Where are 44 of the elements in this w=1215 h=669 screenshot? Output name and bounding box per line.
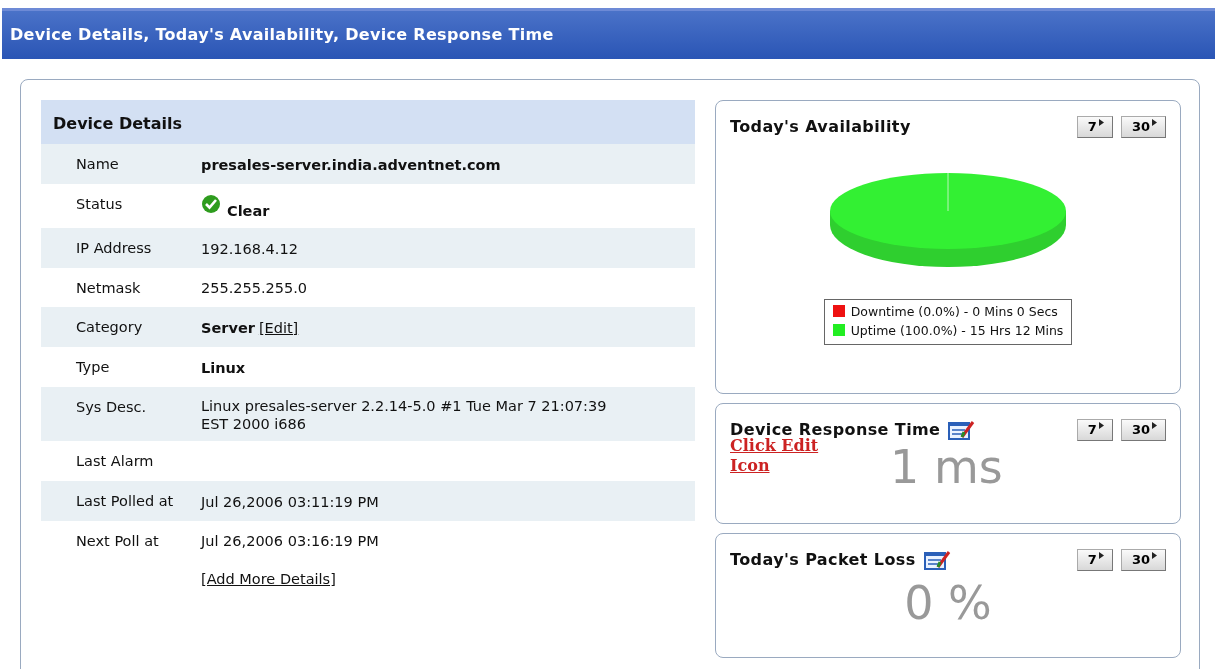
field-value: Server (201, 319, 255, 338)
edit-calendar-icon[interactable] (923, 549, 952, 571)
field-value: Linux (201, 358, 246, 378)
response-time-value: 1 ms (890, 444, 1003, 490)
field-label: Next Poll at (75, 531, 160, 551)
field-value: Jul 26,2006 03:16:19 PM (201, 532, 379, 551)
field-label: Status (75, 194, 124, 214)
field-label: Sys Desc. (75, 397, 148, 417)
triangle-icon (1152, 119, 1157, 126)
day-range-button[interactable]: 7 (1076, 419, 1113, 441)
panel-title: Today's Availability (730, 116, 911, 138)
field-value: presales-server.india.adventnet.com (201, 155, 501, 174)
edit-calendar-icon[interactable] (948, 419, 977, 441)
legend-text: Downtime (0.0%) - 0 Mins 0 Secs (850, 304, 1058, 319)
field-label: Netmask (75, 278, 142, 298)
field-value: 192.168.4.12 (201, 239, 298, 258)
field-value: Jul 26,2006 03:11:19 PM (201, 492, 379, 511)
legend-text: Uptime (100.0%) - 15 Hrs 12 Mins (850, 322, 1064, 338)
field-label: Category (75, 318, 144, 338)
triangle-icon (1098, 552, 1104, 559)
day-range-button[interactable]: 30 (1120, 116, 1166, 138)
field-label: Last Alarm (75, 452, 155, 472)
field-label: IP Address (75, 238, 153, 258)
day-range-button[interactable]: 7 (1076, 116, 1113, 138)
day-range-button[interactable]: 7 (1076, 549, 1113, 571)
packet-loss-value: 0 % (904, 580, 992, 626)
day-range-button[interactable]: 30 (1120, 549, 1166, 571)
edit-link[interactable]: [Edit] (258, 319, 299, 338)
triangle-icon (1152, 552, 1157, 559)
check-icon (201, 193, 221, 214)
day-range-button[interactable]: 30 (1120, 419, 1166, 441)
field-label: Type (75, 358, 111, 378)
triangle-icon (1098, 119, 1104, 126)
panel-title: Today's Packet Loss (730, 549, 916, 571)
add-details-link[interactable]: [Add More Details] (201, 570, 336, 589)
window-title: Device Details, Today's Availability, Device Response Time (2, 8, 1215, 59)
field-value: Linux presales-server 2.2.14-5.0 #1 Tue Mar 7 21:07:39 EST 2000 i686 (201, 396, 608, 434)
status-text: Clear (227, 201, 270, 220)
triangle-icon (1152, 422, 1157, 429)
field-label: Last Polled at (75, 491, 175, 511)
field-label: Name (75, 155, 120, 174)
field-value: 255.255.255.0 (201, 279, 308, 298)
triangle-icon (1098, 422, 1104, 429)
section-header: Device Details (41, 100, 695, 144)
